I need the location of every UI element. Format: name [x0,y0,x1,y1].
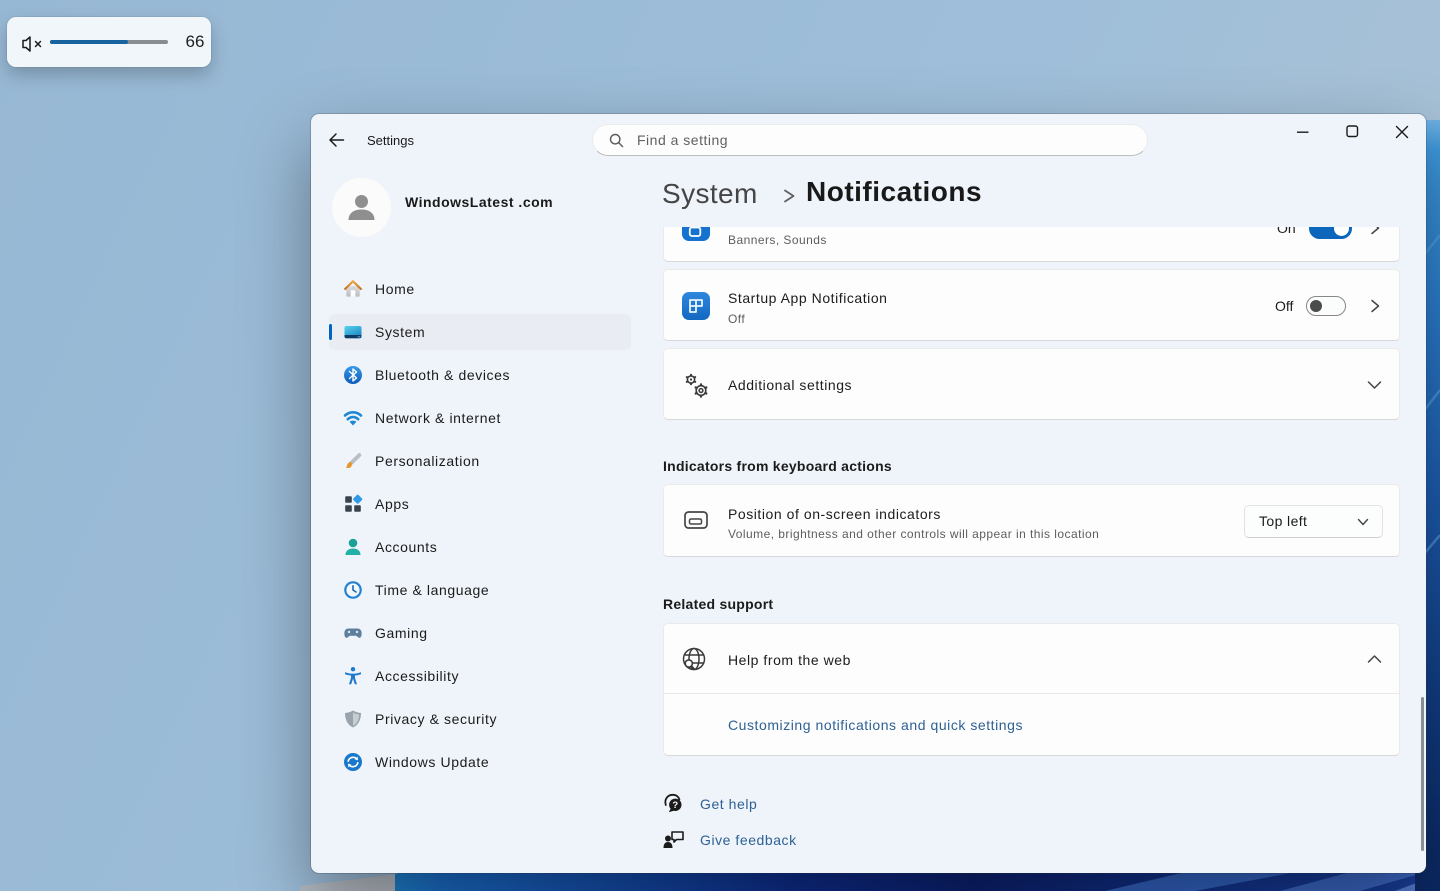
svg-text:?: ? [672,800,678,811]
